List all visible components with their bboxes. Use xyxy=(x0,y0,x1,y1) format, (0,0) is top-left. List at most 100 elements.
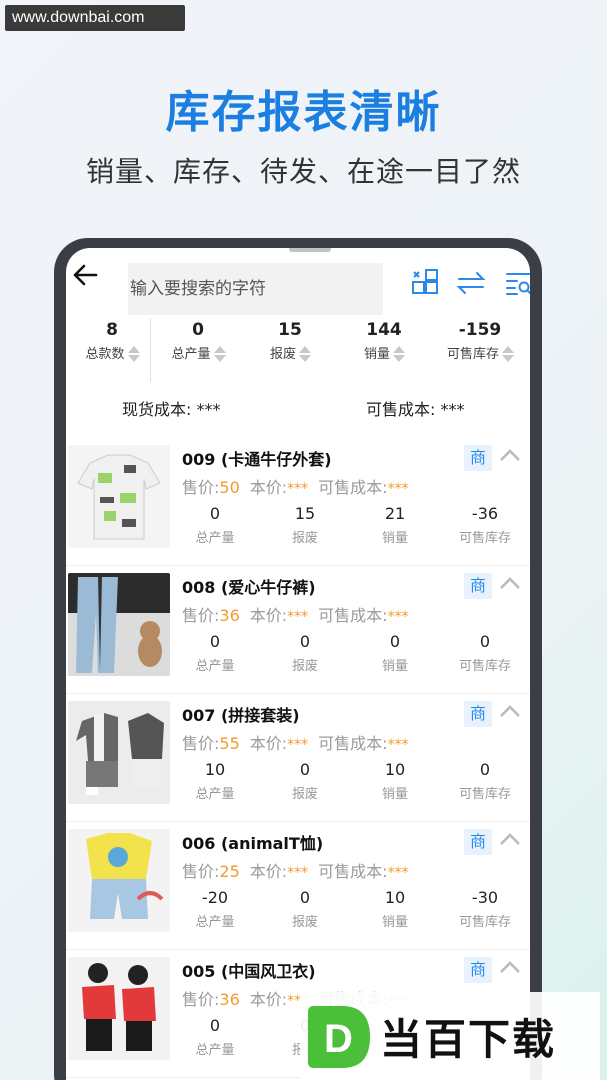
stat-sellable-stock[interactable]: -159 可售库存 xyxy=(432,320,528,364)
price-value: 36 xyxy=(219,990,240,1009)
promo-subline: 销量、库存、待发、在途一目了然 xyxy=(85,155,521,188)
merchant-badge[interactable]: 商 xyxy=(464,701,492,727)
swap-icon[interactable] xyxy=(456,268,486,298)
sell-cost-value: *** xyxy=(387,737,409,753)
cost-label: 本价: xyxy=(249,862,288,881)
sell-cost-label: 可售成本: xyxy=(318,862,388,881)
metric-label: 报废 xyxy=(291,787,318,802)
sell-cost-value: *** xyxy=(387,865,409,881)
logo-d-icon: D xyxy=(302,1004,374,1070)
sort-icon[interactable] xyxy=(392,344,405,364)
metric-value: 0 xyxy=(389,632,401,651)
sort-icon[interactable] xyxy=(501,344,514,364)
phone-frame: 8 总款数 0 总产量 15 报废 144 销量 -159 可售库存 现货成本:… xyxy=(54,238,542,1080)
sort-icon[interactable] xyxy=(298,344,311,364)
back-arrow-icon[interactable] xyxy=(70,262,100,296)
metric-output: 0 总产量 xyxy=(175,1016,255,1058)
product-title: 006 (animalT恤) xyxy=(182,834,324,853)
grid-view-icon[interactable] xyxy=(410,268,440,298)
stat-total-output[interactable]: 0 总产量 xyxy=(158,320,238,364)
metric-scrap: 0 报废 xyxy=(265,760,345,802)
sort-icon[interactable] xyxy=(127,344,140,364)
metric-value: 0 xyxy=(209,632,221,651)
metric-value: 0 xyxy=(299,888,311,907)
product-image xyxy=(68,701,170,804)
merchant-badge[interactable]: 商 xyxy=(464,445,492,471)
metric-output: -20 总产量 xyxy=(175,888,255,930)
sellable-cost: 可售成本: *** xyxy=(366,400,465,419)
search-input[interactable] xyxy=(130,263,383,315)
phone-notch xyxy=(289,248,331,252)
chevron-up-icon[interactable] xyxy=(498,572,522,596)
logo-letter: D xyxy=(324,1017,353,1061)
chevron-up-icon[interactable] xyxy=(498,956,522,980)
stat-value: 15 xyxy=(278,320,302,340)
metric-label: 销量 xyxy=(381,659,408,674)
price-label: 售价: xyxy=(182,734,220,753)
cost-value: *** xyxy=(287,481,309,497)
price-value: 50 xyxy=(219,478,240,497)
cost-value: *** xyxy=(287,865,309,881)
sort-icon[interactable] xyxy=(213,344,226,364)
sell-cost-label: 可售成本: xyxy=(318,478,388,497)
price-value: 36 xyxy=(219,606,240,625)
stat-sales[interactable]: 144 销量 xyxy=(344,320,424,364)
product-title: 008 (爱心牛仔裤) xyxy=(182,578,316,597)
app-screen: 8 总款数 0 总产量 15 报废 144 销量 -159 可售库存 现货成本:… xyxy=(66,248,530,1080)
merchant-badge[interactable]: 商 xyxy=(464,573,492,599)
stat-scrap[interactable]: 15 报废 xyxy=(250,320,330,364)
metric-output: 0 总产量 xyxy=(175,632,255,674)
brand-logo: D 当百下载 xyxy=(300,992,600,1080)
cost-label: 本价: xyxy=(249,990,288,1009)
product-title: 005 (中国风卫衣) xyxy=(182,962,316,981)
price-value: 55 xyxy=(219,734,240,753)
sell-cost-label: 可售成本: xyxy=(318,606,388,625)
metric-value: 0 xyxy=(479,760,491,779)
cost-value: *** xyxy=(287,609,309,625)
price-label: 售价: xyxy=(182,990,220,1009)
metric-label: 报废 xyxy=(291,531,318,546)
metric-label: 销量 xyxy=(381,915,408,930)
sell-cost-value: *** xyxy=(387,481,409,497)
price-value: 25 xyxy=(219,862,240,881)
list-item[interactable]: 008 (爱心牛仔裤) 商 售价:36 本价:*** 可售成本:*** 0 总产量 0… xyxy=(66,566,530,694)
merchant-badge[interactable]: 商 xyxy=(464,957,492,983)
filter-list-icon[interactable] xyxy=(504,268,530,298)
stat-label: 销量 xyxy=(363,347,390,362)
chevron-up-icon[interactable] xyxy=(498,828,522,852)
stat-label: 报废 xyxy=(269,347,296,362)
price-label: 售价: xyxy=(182,478,220,497)
list-item[interactable]: 009 (卡通牛仔外套) 商 售价:50 本价:*** 可售成本:*** 0 总产量 … xyxy=(66,438,530,566)
stat-label: 可售库存 xyxy=(446,347,499,362)
metric-value: 10 xyxy=(384,760,406,779)
metric-value: 0 xyxy=(209,1016,221,1035)
metric-sellable-stock: 0 可售库存 xyxy=(445,760,525,802)
metric-value: 0 xyxy=(479,632,491,651)
metric-label: 可售库存 xyxy=(458,659,511,674)
sell-cost-label: 可售成本: xyxy=(318,734,388,753)
product-image xyxy=(68,829,170,932)
price-row: 售价:36本价:***可售成本:*** xyxy=(182,602,419,626)
merchant-badge[interactable]: 商 xyxy=(464,829,492,855)
search-box[interactable] xyxy=(128,263,383,315)
top-bar xyxy=(66,256,530,315)
metric-sales: 21 销量 xyxy=(355,504,435,546)
metric-output: 0 总产量 xyxy=(175,504,255,546)
list-item[interactable]: 007 (拼接套装) 商 售价:55 本价:*** 可售成本:*** 10 总产量 0… xyxy=(66,694,530,822)
chevron-up-icon[interactable] xyxy=(498,444,522,468)
cost-label: 本价: xyxy=(249,606,288,625)
metric-sales: 0 销量 xyxy=(355,632,435,674)
price-row: 售价:50 本价:*** 可售成本:*** xyxy=(182,474,419,498)
metric-label: 总产量 xyxy=(195,1043,235,1058)
metric-value: 15 xyxy=(294,504,316,523)
product-image xyxy=(68,957,170,1060)
list-item[interactable]: 006 (animalT恤) 商 售价:25 本价:*** 可售成本:*** -20… xyxy=(66,822,530,950)
stat-total-styles[interactable]: 8 总款数 xyxy=(72,320,152,364)
logo-text: 当百下载 xyxy=(380,1015,557,1064)
spot-cost: 现货成本: *** xyxy=(122,400,221,419)
divider xyxy=(150,318,151,382)
cost-label: 本价: xyxy=(249,734,288,753)
chevron-up-icon[interactable] xyxy=(498,700,522,724)
product-image xyxy=(68,573,170,676)
metric-value: 10 xyxy=(204,760,226,779)
